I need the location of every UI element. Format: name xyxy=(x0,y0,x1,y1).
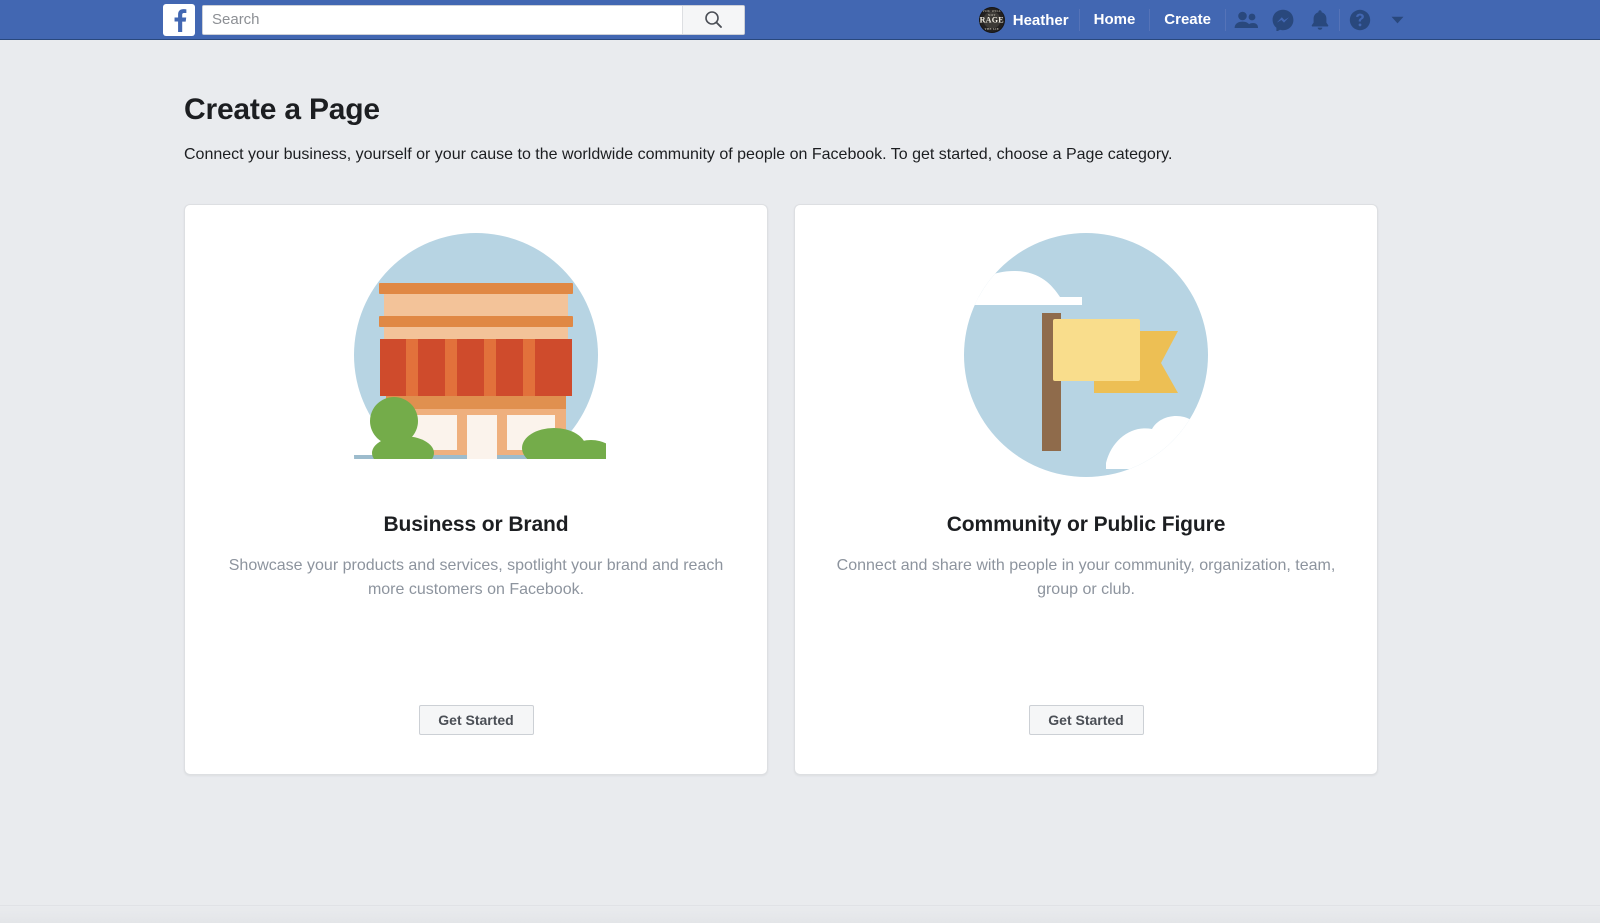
search-button[interactable] xyxy=(682,5,744,34)
horizontal-scrollbar[interactable] xyxy=(0,905,1600,923)
avatar-ring-bottom-text: THE LIE xyxy=(984,26,1000,31)
messenger-icon[interactable] xyxy=(1264,5,1301,35)
create-page-content: Create a Page Connect your business, you… xyxy=(0,92,1600,775)
get-started-button-business[interactable]: Get Started xyxy=(418,705,534,735)
nav-right-group: YOU WILL NOT RAGE THE LIE Heather Home C… xyxy=(973,0,1412,40)
nav-left-group xyxy=(163,3,745,36)
nav-divider xyxy=(1225,9,1226,31)
card-community-or-public-figure[interactable]: Community or Public Figure Connect and s… xyxy=(794,204,1378,775)
facebook-logo-icon[interactable] xyxy=(163,3,195,36)
nav-divider xyxy=(1078,9,1080,31)
profile-name: Heather xyxy=(1012,11,1069,29)
storefront-illustration xyxy=(346,225,614,577)
search-input[interactable] xyxy=(203,5,682,34)
account-menu-caret-icon[interactable] xyxy=(1382,5,1412,35)
avatar-center-text: RAGE xyxy=(979,15,1004,25)
page-header: Create a Page Connect your business, you… xyxy=(184,92,1600,165)
category-card-list: Business or Brand Showcase your products… xyxy=(184,204,1600,775)
nav-link-home[interactable]: Home xyxy=(1081,5,1149,35)
nav-divider xyxy=(1149,9,1151,31)
page-title: Create a Page xyxy=(184,93,380,126)
top-navigation-bar: YOU WILL NOT RAGE THE LIE Heather Home C… xyxy=(0,0,1600,40)
notifications-icon[interactable] xyxy=(1301,5,1338,35)
get-started-button-community[interactable]: Get Started xyxy=(1028,705,1144,735)
card-description: Connect and share with people in your co… xyxy=(836,557,1336,598)
profile-link[interactable]: YOU WILL NOT RAGE THE LIE Heather xyxy=(973,5,1078,35)
avatar: YOU WILL NOT RAGE THE LIE xyxy=(978,7,1005,33)
friend-requests-icon[interactable] xyxy=(1227,5,1264,35)
card-title: Community or Public Figure xyxy=(946,513,1226,536)
search-bar[interactable] xyxy=(202,4,745,35)
help-icon[interactable] xyxy=(1341,5,1378,35)
card-title: Business or Brand xyxy=(383,513,569,536)
page-subtitle: Connect your business, yourself or your … xyxy=(184,146,1173,163)
card-business-or-brand[interactable]: Business or Brand Showcase your products… xyxy=(184,204,768,775)
nav-link-create[interactable]: Create xyxy=(1151,5,1224,35)
nav-divider xyxy=(1339,9,1340,31)
card-description: Showcase your products and services, spo… xyxy=(228,557,724,598)
flag-illustration xyxy=(956,225,1216,485)
